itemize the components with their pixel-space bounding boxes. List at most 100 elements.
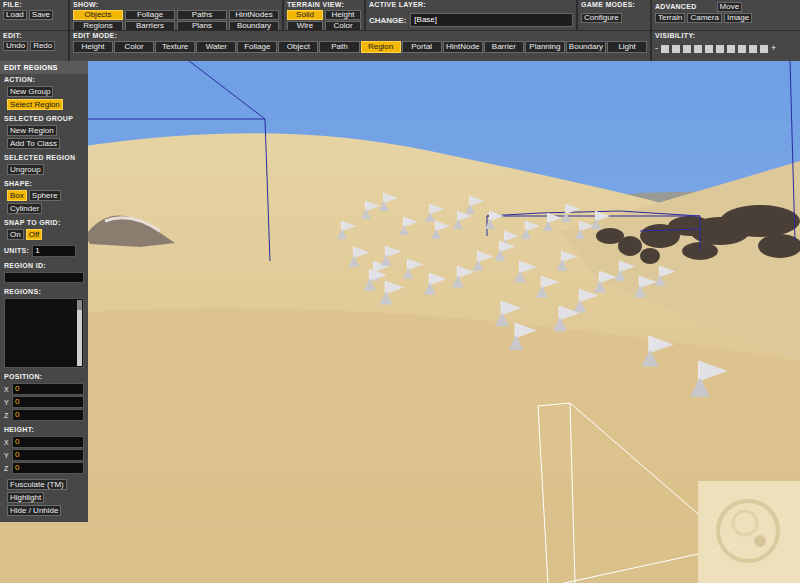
edit-mode-button[interactable]: Region [361,41,401,53]
coordinate-field[interactable]: 0 [12,409,84,421]
show-button[interactable]: Foliage [125,10,175,20]
terrain-view-button[interactable]: Height [325,10,361,20]
panel-button[interactable]: New Region [7,125,57,136]
show-button[interactable]: Regions [73,21,123,30]
panel-button[interactable]: Ungroup [7,164,44,175]
flag-marker[interactable] [591,211,610,229]
flag-marker[interactable] [634,276,657,298]
visibility-increase[interactable]: + [771,44,776,53]
edit-button[interactable]: Undo [3,41,28,51]
coordinate-field[interactable]: 0 [12,383,84,395]
flag-marker[interactable] [403,259,424,279]
flag-marker[interactable] [364,269,387,291]
show-button[interactable]: Boundary [229,21,279,30]
terrain-view-button[interactable]: Wire [287,21,323,30]
scrollbar[interactable] [77,300,82,366]
edit-mode-button[interactable]: Light [607,41,647,53]
units-field[interactable]: 1 [32,245,76,257]
flag-marker[interactable] [399,217,418,235]
panel-button[interactable]: Sphere [29,190,61,201]
visibility-slot[interactable] [760,45,768,53]
flag-marker[interactable] [485,211,504,229]
edit-mode-button[interactable]: Portal [402,41,442,53]
show-button[interactable]: Paths [177,10,227,20]
show-button[interactable]: Plans [177,21,227,30]
flag-marker[interactable] [561,204,580,222]
flag-marker[interactable] [509,323,538,350]
edit-mode-button[interactable]: Color [114,41,154,53]
flag-marker[interactable] [379,193,398,211]
visibility-slot[interactable] [749,45,757,53]
show-button[interactable]: Objects [73,10,123,20]
edit-mode-button[interactable]: Object [278,41,318,53]
visibility-slot[interactable] [672,45,680,53]
minimap[interactable] [698,481,800,583]
region-id-field[interactable] [4,272,84,283]
flag-marker[interactable] [594,271,617,293]
flag-marker[interactable] [425,204,444,222]
edit-mode-button[interactable]: Boundary [566,41,606,53]
show-button[interactable]: Barriers [125,21,175,30]
regions-list[interactable] [4,298,84,368]
flag-marker[interactable] [690,361,728,397]
toolbar-button[interactable]: Save [29,10,53,20]
flag-marker[interactable] [381,246,402,266]
configure-button[interactable]: Configure [581,13,622,23]
toolbar-button[interactable]: Load [3,10,27,20]
flag-marker[interactable] [655,266,676,286]
flag-marker[interactable] [495,301,522,326]
flag-marker[interactable] [361,201,380,219]
edit-mode-button[interactable]: Texture [155,41,195,53]
edit-mode-button[interactable]: Water [196,41,236,53]
panel-button[interactable]: Select Region [7,99,63,110]
edit-button[interactable]: Redo [30,41,55,51]
coordinate-field[interactable]: 0 [12,436,84,448]
terrain-view-button[interactable]: Solid [287,10,323,20]
flag-marker[interactable] [536,276,559,298]
panel-button[interactable]: Add To Class [7,138,60,149]
flag-marker[interactable] [615,261,636,281]
flag-marker[interactable] [465,196,484,214]
visibility-slot[interactable] [716,45,724,53]
edit-mode-button[interactable]: Path [319,41,359,53]
advanced-button[interactable]: Terrain [655,13,685,23]
coordinate-field[interactable]: 0 [12,462,84,474]
edit-mode-button[interactable]: Barrier [484,41,524,53]
panel-button[interactable]: On [7,229,24,240]
flag-marker[interactable] [543,213,562,231]
flag-marker[interactable] [553,306,580,331]
edit-mode-button[interactable]: HintNode [443,41,483,53]
show-button[interactable]: HintNodes [229,10,279,20]
flag-marker[interactable] [495,241,516,261]
visibility-decrease[interactable]: - [655,44,658,53]
panel-button[interactable]: New Group [7,86,53,97]
scene-view[interactable] [0,61,800,583]
panel-button[interactable]: Highlight [7,492,44,503]
flag-marker[interactable] [452,266,475,288]
terrain-view-button[interactable]: Color [325,21,361,30]
advanced-button[interactable]: Image [724,13,752,23]
edit-mode-button[interactable]: Planning [525,41,565,53]
flag-marker[interactable] [575,221,594,239]
edit-mode-button[interactable]: Foliage [237,41,277,53]
panel-button[interactable]: Cylinder [7,203,42,214]
edit-mode-button[interactable]: Height [73,41,113,53]
panel-button[interactable]: Fusculate (TM) [7,479,67,490]
visibility-slot[interactable] [727,45,735,53]
move-button[interactable]: Move [717,2,743,12]
visibility-slot[interactable] [661,45,669,53]
flag-marker[interactable] [473,251,494,271]
flag-marker[interactable] [380,281,405,304]
flag-marker[interactable] [521,221,540,239]
flag-marker[interactable] [557,251,578,271]
coordinate-field[interactable]: 0 [12,396,84,408]
active-layer-field[interactable]: [Base] [410,13,573,27]
flag-marker[interactable] [642,336,674,367]
flag-marker[interactable] [337,221,356,239]
visibility-slot[interactable] [683,45,691,53]
flag-marker[interactable] [514,261,537,283]
visibility-slot[interactable] [705,45,713,53]
panel-button[interactable]: Off [26,229,43,240]
viewport[interactable]: EDIT REGIONSACTION:New GroupSelect Regio… [0,61,800,583]
coordinate-field[interactable]: 0 [12,449,84,461]
